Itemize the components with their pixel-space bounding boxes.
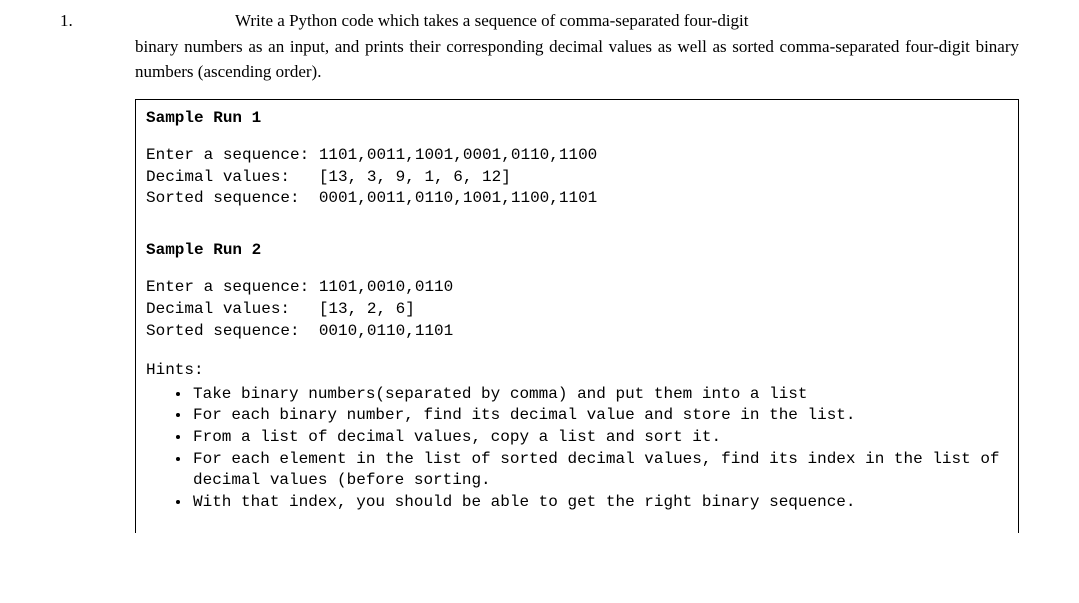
sample-box: Sample Run 1 Enter a sequence: 1101,0011… [135, 99, 1019, 534]
hint-item: For each binary number, find its decimal… [191, 405, 1008, 427]
hints-label: Hints: [146, 360, 1008, 382]
hints-list: Take binary numbers(separated by comma) … [146, 384, 1008, 514]
hint-item: With that index, you should be able to g… [191, 492, 1008, 514]
sample2-line1: Enter a sequence: 1101,0010,0110 [146, 277, 1008, 299]
question-text-first-line: Write a Python code which takes a sequen… [135, 8, 1019, 34]
sample1-line3: Sorted sequence: 0001,0011,0110,1001,110… [146, 188, 1008, 210]
question-text-rest: binary numbers as an input, and prints t… [60, 34, 1019, 85]
question-header: 1. Write a Python code which takes a seq… [60, 8, 1019, 34]
hint-item: For each element in the list of sorted d… [191, 449, 1008, 492]
sample2-line2: Decimal values: [13, 2, 6] [146, 299, 1008, 321]
hint-item: From a list of decimal values, copy a li… [191, 427, 1008, 449]
sample2-line3: Sorted sequence: 0010,0110,1101 [146, 321, 1008, 343]
hint-item: Take binary numbers(separated by comma) … [191, 384, 1008, 406]
question-container: 1. Write a Python code which takes a seq… [60, 8, 1019, 533]
sample1-line1: Enter a sequence: 1101,0011,1001,0001,01… [146, 145, 1008, 167]
sample-run-2-title: Sample Run 2 [146, 240, 1008, 262]
sample-run-1-title: Sample Run 1 [146, 108, 1008, 130]
sample1-line2: Decimal values: [13, 3, 9, 1, 6, 12] [146, 167, 1008, 189]
question-number: 1. [60, 8, 135, 34]
